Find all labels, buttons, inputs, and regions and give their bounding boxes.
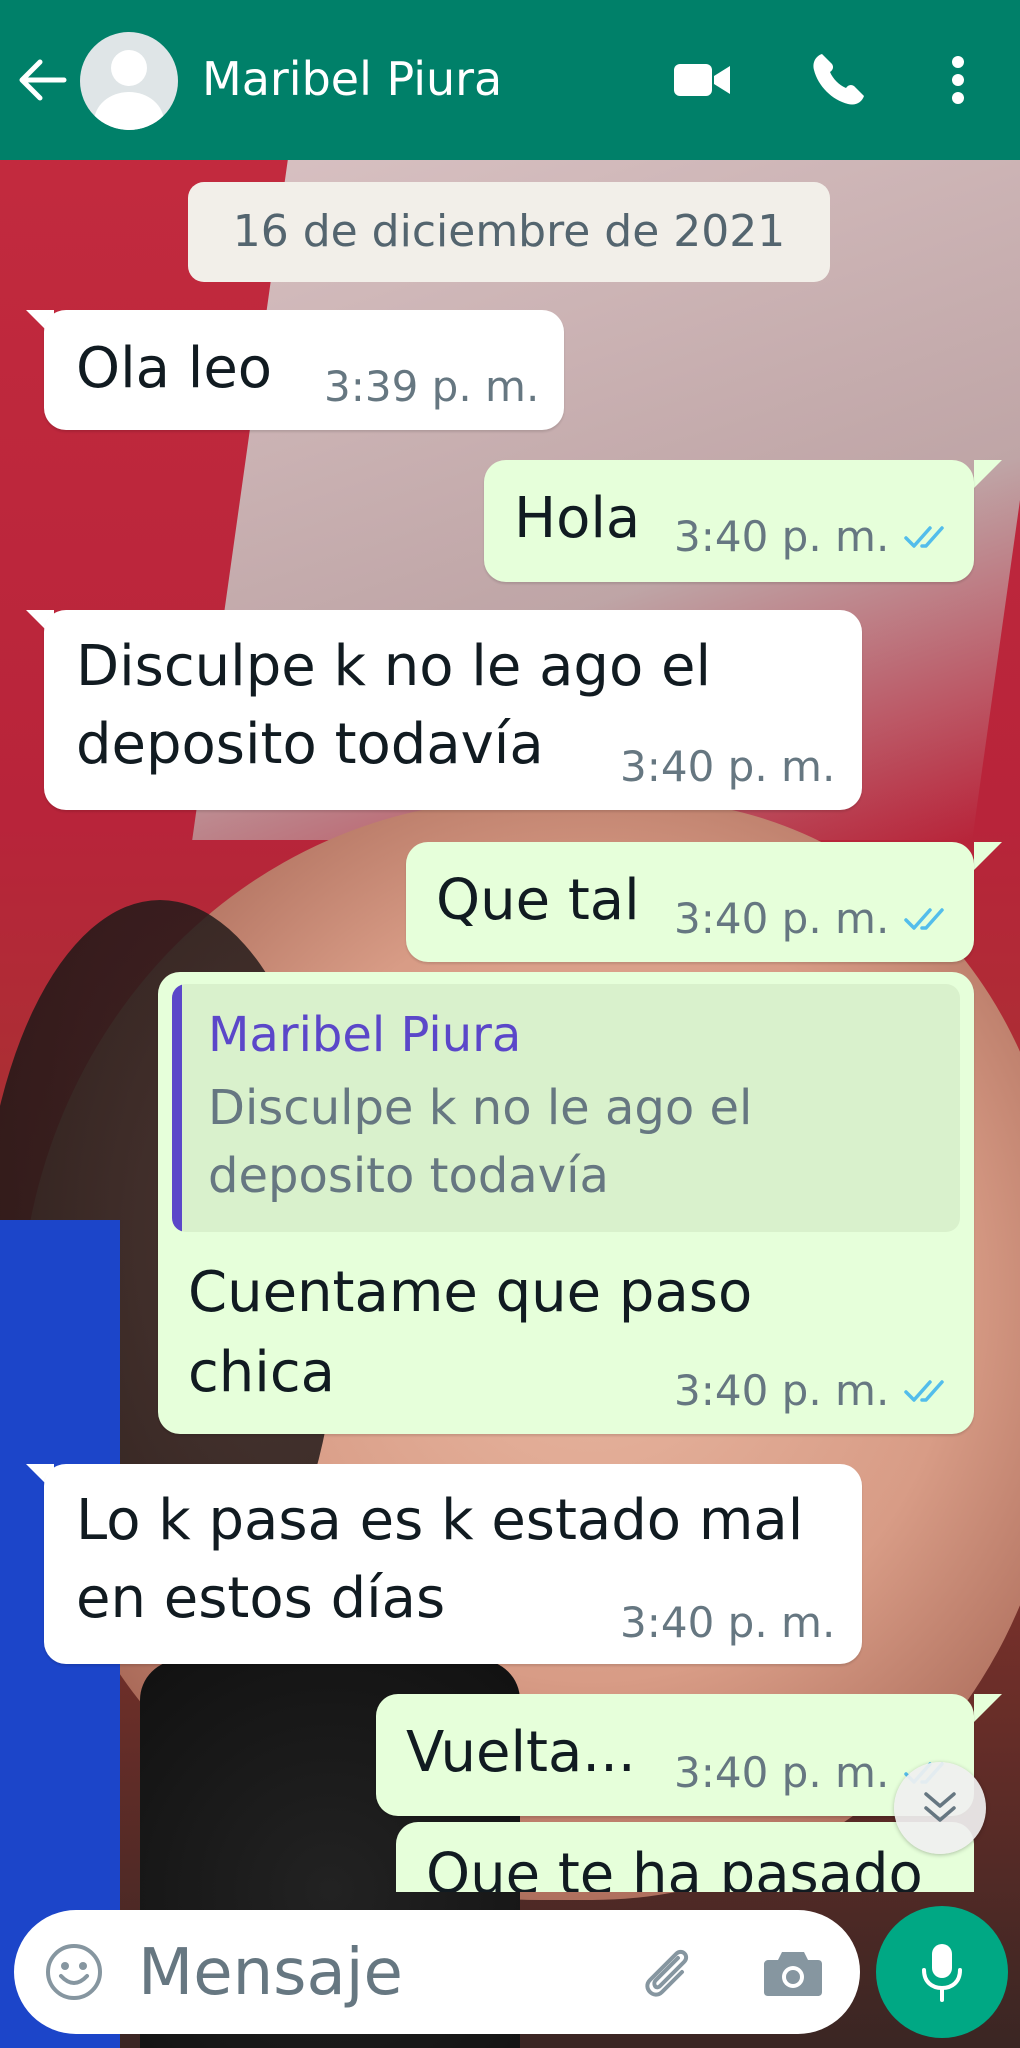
mic-icon: [922, 1944, 962, 2002]
quoted-text: deposito todavía: [208, 1148, 609, 1204]
message-text: Cuentame que paso: [188, 1260, 753, 1325]
message-text: Que te ha pasado: [426, 1842, 923, 1892]
mic-button[interactable]: [876, 1906, 1008, 2038]
incoming-message[interactable]: Ola leo 3:39 p. m.: [44, 310, 564, 430]
quoted-text: Disculpe k no le ago el: [208, 1080, 753, 1136]
message-time: 3:40 p. m.: [620, 1598, 836, 1647]
outgoing-message-reply[interactable]: Maribel Piura Disculpe k no le ago el de…: [158, 972, 974, 1434]
message-time: 3:40 p. m.: [620, 742, 836, 791]
camera-icon[interactable]: [760, 1940, 826, 2004]
quoted-message[interactable]: Maribel Piura Disculpe k no le ago el de…: [172, 984, 960, 1232]
message-time: 3:40 p. m.: [674, 894, 890, 943]
avatar-icon: [111, 50, 147, 86]
phone-call-icon[interactable]: [806, 48, 870, 112]
message-input[interactable]: Mensaje: [138, 1938, 403, 2008]
message-composer[interactable]: Mensaje: [14, 1910, 860, 2034]
attach-icon[interactable]: [634, 1940, 698, 2004]
message-text: Disculpe k no le ago el: [76, 634, 712, 699]
message-text: en estos días: [76, 1566, 446, 1631]
message-text: Vuelta...: [406, 1720, 636, 1785]
read-ticks-icon: [904, 1380, 944, 1402]
outgoing-message[interactable]: Que tal 3:40 p. m.: [406, 842, 974, 962]
contact-name[interactable]: Maribel Piura: [202, 48, 502, 110]
message-text: Que tal: [436, 868, 640, 933]
quoted-sender: Maribel Piura: [208, 1007, 522, 1063]
message-text: Ola leo: [76, 336, 273, 401]
message-text: deposito todavía: [76, 712, 544, 777]
message-time: 3:40 p. m.: [674, 1366, 890, 1415]
avatar-body: [94, 92, 164, 130]
message-text: chica: [188, 1340, 335, 1405]
message-text: Hola: [514, 486, 641, 551]
bubble-tail: [974, 1694, 1002, 1722]
outgoing-message[interactable]: Hola 3:40 p. m.: [484, 460, 974, 582]
bubble-tail: [974, 460, 1002, 488]
outgoing-message[interactable]: Vuelta... 3:40 p. m.: [376, 1694, 974, 1816]
read-ticks-icon: [904, 908, 944, 930]
incoming-message[interactable]: Lo k pasa es k estado mal en estos días …: [44, 1464, 862, 1664]
more-vert-icon[interactable]: [928, 48, 988, 112]
double-chevron-down-icon: [924, 1792, 956, 1822]
quote-bar: [172, 984, 182, 1232]
message-time: 3:39 p. m.: [324, 362, 540, 411]
scroll-to-bottom-button[interactable]: [894, 1762, 986, 1854]
date-chip: 16 de diciembre de 2021: [188, 182, 830, 282]
incoming-message[interactable]: Disculpe k no le ago el deposito todavía…: [44, 610, 862, 810]
message-time: 3:40 p. m.: [674, 512, 890, 561]
read-ticks-icon: [904, 526, 944, 548]
chat-header: Maribel Piura: [0, 0, 1020, 160]
message-time: 3:40 p. m.: [674, 1748, 890, 1797]
outgoing-message[interactable]: Que te ha pasado: [396, 1822, 974, 1892]
bubble-tail: [974, 842, 1002, 870]
partial-message-clip: Que te ha pasado: [396, 1822, 974, 1892]
message-text: Lo k pasa es k estado mal: [76, 1488, 804, 1553]
back-arrow-icon[interactable]: [18, 58, 68, 102]
emoji-icon[interactable]: [44, 1942, 104, 2002]
video-call-icon[interactable]: [670, 48, 734, 112]
avatar[interactable]: [80, 32, 178, 130]
